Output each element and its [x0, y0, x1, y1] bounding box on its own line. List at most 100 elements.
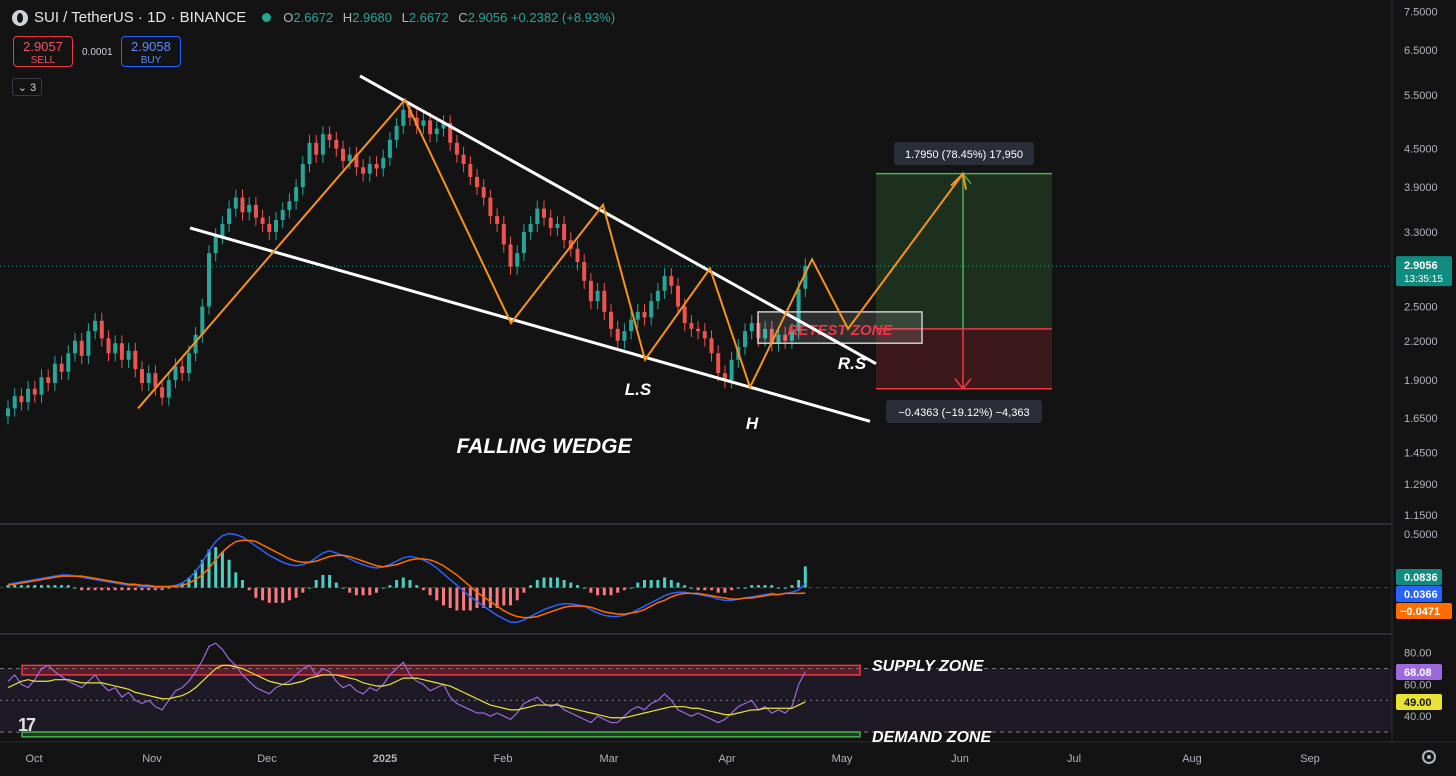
macd-hist-bar [274, 587, 278, 603]
macd-hist-bar [167, 587, 171, 589]
time-tick-label: Apr [718, 753, 735, 765]
candle-body [233, 197, 238, 209]
candle-body [374, 164, 379, 169]
price-tick-label: 3.9000 [1404, 182, 1438, 194]
macd-hist-bar [348, 587, 352, 593]
price-tick-label: 1.9000 [1404, 375, 1438, 387]
left-shoulder-label: L.S [625, 380, 652, 399]
macd-hist-bar [448, 587, 452, 608]
sell-button[interactable]: 2.9057 SELL [13, 36, 73, 67]
candle-body [655, 290, 660, 302]
macd-hist-bar [736, 587, 740, 589]
price-tick-label: 1.4500 [1404, 448, 1438, 460]
candle-body [146, 373, 151, 383]
candle-body [227, 208, 232, 224]
macd-hist-bar [308, 587, 311, 589]
candle-body [615, 328, 620, 341]
candle-body [294, 187, 299, 202]
close-label: C [458, 10, 468, 25]
macd-hist-bar [616, 587, 620, 593]
candle-body [327, 134, 332, 140]
macd-hist-bar [562, 580, 566, 588]
candle-body [59, 363, 64, 372]
indicator-count: 3 [30, 82, 37, 94]
candle-body [669, 276, 674, 286]
time-tick-label: Jul [1067, 753, 1081, 765]
bar-countdown: 13:35:15 [1404, 274, 1443, 285]
settings-gear-icon[interactable] [1422, 750, 1436, 764]
macd-hist-bar [428, 587, 432, 596]
chart-background [0, 0, 1456, 776]
macd-hist-bar [19, 585, 23, 588]
macd-hist-bar [770, 585, 774, 588]
macd-line-value: 0.0366 [1404, 589, 1438, 601]
macd-hist-bar [227, 559, 231, 588]
macd-hist-bar [267, 587, 271, 603]
time-tick-label: Nov [142, 753, 162, 765]
candle-body [635, 311, 640, 320]
candle-body [52, 363, 57, 383]
buy-button[interactable]: 2.9058 BUY [121, 36, 181, 67]
tradingview-logo-icon[interactable]: 17 [18, 715, 36, 736]
candle-body [186, 353, 191, 374]
candle-body [515, 253, 520, 267]
candle-body [689, 323, 694, 329]
candle-body [73, 340, 77, 354]
sell-price: 2.9057 [23, 39, 63, 54]
spread-value: 0.0001 [82, 47, 113, 58]
macd-hist-bar [710, 587, 713, 591]
last-price-value: 2.9056 [1404, 260, 1438, 272]
macd-hist-bar [569, 582, 573, 588]
buy-price: 2.9058 [131, 39, 171, 54]
macd-hist-bar [468, 587, 472, 611]
close-value: 2.9056 +0.2382 (+8.93%) [467, 10, 616, 25]
macd-hist-bar [582, 587, 586, 589]
rsi-tick-label: 80.00 [1404, 648, 1432, 660]
macd-hist-bar [596, 587, 600, 596]
macd-hist-value: 0.0836 [1404, 572, 1438, 584]
candle-body [622, 331, 627, 341]
candle-body [428, 120, 433, 135]
macd-hist-bar [80, 587, 84, 591]
candle-body [535, 208, 540, 224]
macd-hist-bar [381, 587, 385, 589]
candle-body [307, 142, 312, 165]
candle-body [160, 387, 165, 398]
candle-body [649, 301, 654, 318]
macd-hist-bar [354, 587, 358, 596]
indicator-toggle[interactable]: ⌄ 3 [12, 78, 42, 96]
macd-hist-bar [716, 587, 720, 593]
candle-body [548, 217, 553, 228]
macd-hist-bar [509, 587, 512, 606]
rsi-tick-label: 60.00 [1404, 679, 1432, 691]
candle-body [300, 164, 305, 188]
macd-hist-bar [555, 577, 559, 588]
candle-body [274, 220, 278, 232]
macd-hist-bar [254, 587, 258, 598]
candle-body [434, 128, 439, 135]
sui-coin-icon [12, 9, 28, 26]
macd-hist-bar [576, 585, 579, 588]
candle-body [46, 377, 51, 383]
macd-hist-bar [756, 585, 760, 588]
macd-hist-bar [107, 587, 110, 591]
macd-hist-bar [488, 587, 492, 608]
buy-label: BUY [140, 55, 162, 66]
candle-body [180, 366, 185, 374]
price-tick-label: 7.5000 [1404, 7, 1438, 19]
chart-canvas[interactable]: 7.5000 6.5000 5.5000 4.5000 3.9000 3.3000 2.50… [0, 0, 1456, 776]
macd-hist-bar [743, 587, 747, 589]
macd-hist-bar [435, 587, 439, 601]
symbol-title[interactable]: SUI / TetherUS · 1D · BINANCE [34, 9, 246, 26]
macd-hist-bar [535, 580, 539, 588]
demand-zone-label: DEMAND ZONE [872, 729, 992, 746]
macd-hist-bar [368, 587, 372, 596]
time-tick-label: Dec [257, 753, 277, 765]
macd-hist-bar [100, 587, 104, 591]
macd-hist-bar [147, 587, 151, 591]
candle-body [106, 338, 111, 354]
candle-body [528, 223, 533, 232]
candle-body [394, 125, 399, 140]
macd-hist-bar [33, 585, 37, 588]
falling-wedge-label: FALLING WEDGE [457, 435, 633, 458]
